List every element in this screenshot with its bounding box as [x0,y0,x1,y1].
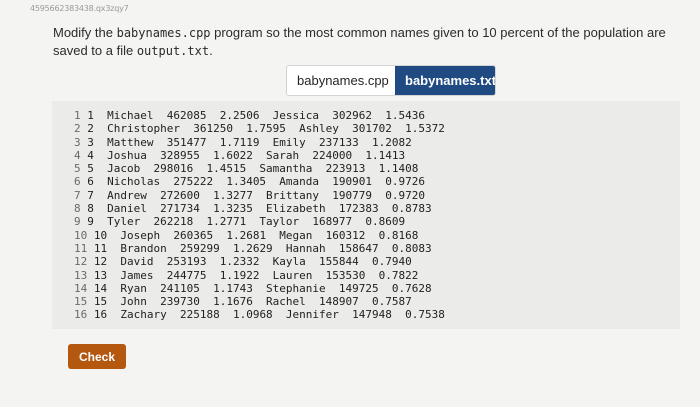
line-number: 15 [74,295,88,309]
line-number: 13 [74,268,88,282]
line-content: 16 Zachary 225188 1.0968 Jennifer 147948… [93,308,445,322]
line-content: 9 Tyler 262218 1.2771 Taylor 168977 0.86… [87,215,406,229]
line-content: 10 Joseph 260365 1.2681 Megan 160312 0.8… [93,228,419,242]
line-number: 12 [74,255,88,269]
file-line: 11 11 Brandon 259299 1.2629 Hannah 15864… [74,242,445,255]
line-number: 7 [74,188,81,202]
line-number: 6 [74,175,81,189]
line-content: 15 John 239730 1.1676 Rachel 148907 0.75… [93,295,412,309]
file-line: 12 12 David 253193 1.2332 Kayla 155844 0… [74,255,445,268]
file-line: 13 13 James 244775 1.1922 Lauren 153530 … [74,269,445,282]
line-number: 14 [74,281,88,295]
page-id: 4595662383438.qx3zqy7 [30,4,129,13]
line-content: 12 David 253193 1.2332 Kayla 155844 0.79… [93,255,412,269]
tab-babynames-cpp[interactable]: babynames.cpp [287,66,395,95]
line-content: 8 Daniel 271734 1.3235 Elizabeth 172383 … [87,202,432,216]
tab-babynames-txt[interactable]: babynames.txt [395,66,495,95]
line-content: 14 Ryan 241105 1.1743 Stephanie 149725 0… [93,281,432,295]
file-line: 4 4 Joshua 328955 1.6022 Sarah 224000 1.… [74,149,445,162]
instructions-text-after: . [209,43,213,58]
file-lines: 1 1 Michael 462085 2.2506 Jessica 302962… [74,109,445,322]
file-line: 7 7 Andrew 272600 1.3277 Brittany 190779… [74,189,445,202]
instructions-text-before: Modify the [53,25,117,40]
line-content: 2 Christopher 361250 1.7595 Ashley 30170… [87,122,445,136]
line-number: 8 [74,202,81,216]
file-line: 2 2 Christopher 361250 1.7595 Ashley 301… [74,122,445,135]
instructions: Modify the babynames.cpp program so the … [53,24,693,60]
file-line: 16 16 Zachary 225188 1.0968 Jennifer 147… [74,308,445,321]
file-line: 15 15 John 239730 1.1676 Rachel 148907 0… [74,295,445,308]
file-line: 6 6 Nicholas 275222 1.3405 Amanda 190901… [74,175,445,188]
file-line: 9 9 Tyler 262218 1.2771 Taylor 168977 0.… [74,215,445,228]
line-number: 4 [74,148,81,162]
line-content: 4 Joshua 328955 1.6022 Sarah 224000 1.14… [87,148,406,162]
output-filename: output.txt [136,44,210,58]
line-number: 11 [74,241,88,255]
line-content: 7 Andrew 272600 1.3277 Brittany 190779 0… [87,188,426,202]
line-content: 6 Nicholas 275222 1.3405 Amanda 190901 0… [87,175,426,189]
file-tabs: babynames.cpp babynames.txt [286,65,496,96]
line-number: 2 [74,122,81,136]
line-number: 16 [74,308,88,322]
program-name: babynames.cpp [116,26,211,40]
line-number: 3 [74,135,81,149]
line-number: 1 [74,109,81,122]
line-content: 1 Michael 462085 2.2506 Jessica 302962 1… [87,109,426,122]
line-number: 5 [74,162,81,176]
file-content-panel[interactable]: 1 1 Michael 462085 2.2506 Jessica 302962… [52,101,680,329]
file-line: 3 3 Matthew 351477 1.7119 Emily 237133 1… [74,136,445,149]
line-content: 3 Matthew 351477 1.7119 Emily 237133 1.2… [87,135,412,149]
line-number: 9 [74,215,81,229]
file-line: 1 1 Michael 462085 2.2506 Jessica 302962… [74,109,445,122]
check-button[interactable]: Check [68,344,126,369]
file-line: 14 14 Ryan 241105 1.1743 Stephanie 14972… [74,282,445,295]
line-content: 5 Jacob 298016 1.4515 Samantha 223913 1.… [87,162,419,176]
file-line: 5 5 Jacob 298016 1.4515 Samantha 223913 … [74,162,445,175]
line-number: 10 [74,228,88,242]
line-content: 13 James 244775 1.1922 Lauren 153530 0.7… [93,268,419,282]
line-content: 11 Brandon 259299 1.2629 Hannah 158647 0… [93,241,432,255]
file-line: 8 8 Daniel 271734 1.3235 Elizabeth 17238… [74,202,445,215]
file-line: 10 10 Joseph 260365 1.2681 Megan 160312 … [74,229,445,242]
